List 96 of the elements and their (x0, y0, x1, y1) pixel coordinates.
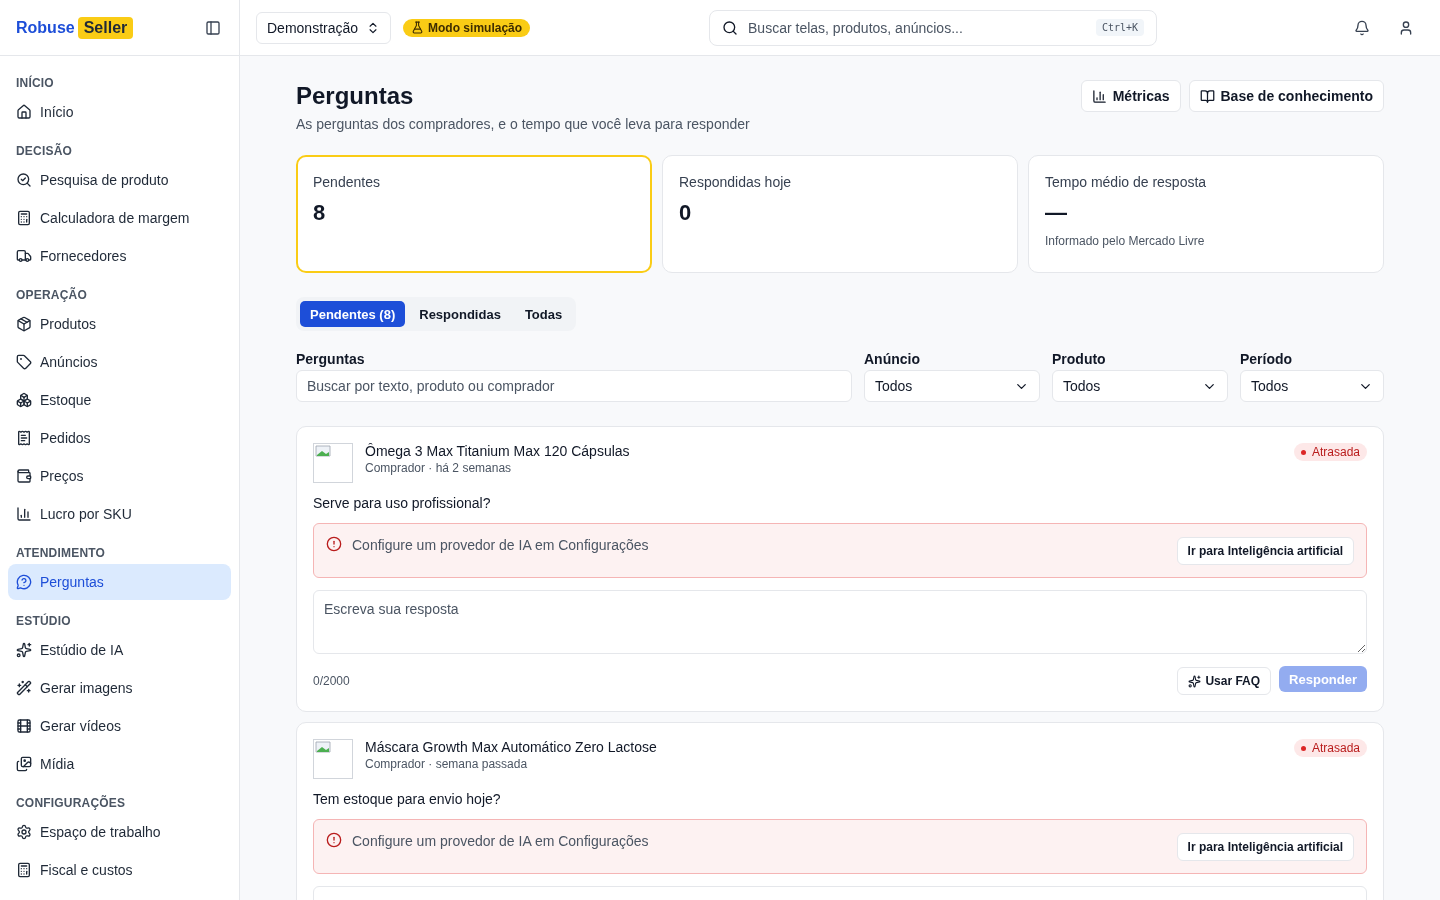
char-counter: 0/2000 (313, 673, 350, 688)
search-icon (16, 172, 32, 188)
question-text: Tem estoque para envio hoje? (313, 791, 502, 807)
sidebar-item[interactable]: Produtos (8, 306, 231, 342)
book-icon (1199, 88, 1215, 104)
filter-label: Anúncio (864, 351, 921, 367)
images-icon (16, 756, 32, 772)
tab[interactable]: Respondidas (409, 301, 511, 327)
alert-icon (326, 832, 342, 848)
stat-label: Tempo médio de resposta (1045, 174, 1208, 190)
calculator-icon (16, 210, 32, 226)
tab[interactable]: Todas (514, 301, 573, 327)
question-meta: Comprador · há 2 semanas (365, 461, 513, 475)
boxes-icon (16, 392, 32, 408)
stat-label: Respondidas hoje (679, 174, 793, 190)
filter-select[interactable]: Todos (1240, 370, 1384, 402)
ai-settings-button[interactable]: Ir para Inteligência artificial (1176, 833, 1354, 861)
home-icon (16, 104, 32, 120)
sidebar-item[interactable]: Anúncios (8, 344, 231, 380)
receipt-icon (16, 430, 32, 446)
sidebar-item[interactable]: Gerar imagens (8, 670, 231, 706)
section-title: CONFIGURAÇÕES (15, 794, 127, 812)
settings-icon (16, 824, 32, 840)
flask-icon (411, 21, 425, 34)
shortcut-hint: Ctrl+K (1095, 19, 1145, 36)
filter-label: Período (1240, 351, 1294, 367)
film-icon (16, 718, 32, 734)
stat-value: 8 (313, 200, 327, 226)
sidebar-item[interactable]: Gerar vídeos (8, 708, 231, 744)
search-icon (722, 19, 739, 36)
product-name: Ômega 3 Max Titanium Max 120 Cápsulas (365, 443, 631, 459)
broken-image-icon (313, 739, 353, 779)
product-name: Máscara Growth Max Automático Zero Lactose (365, 739, 658, 755)
sidebar-item[interactable]: Lucro por SKU (8, 496, 231, 532)
question-text: Serve para uso profissional? (313, 495, 492, 511)
faq-button[interactable]: Usar FAQ (1177, 667, 1272, 695)
page-title: Perguntas (296, 81, 415, 111)
brand-badge: Seller (77, 16, 134, 39)
knowledge-base-button[interactable]: Base de conhecimento (1188, 80, 1384, 112)
section-title: INÍCIO (15, 74, 55, 92)
search-bar[interactable]: Buscar telas, produtos, anúncios... Ctrl+K (709, 9, 1158, 46)
sparkles-icon (16, 642, 32, 658)
stat-label: Pendentes (313, 174, 381, 190)
question-bubble-icon (16, 574, 32, 590)
sidebar-item[interactable]: Estúdio de IA (8, 632, 231, 668)
tab[interactable]: Pendentes (8) (300, 301, 406, 327)
workspace-selector[interactable]: Demonstração (256, 11, 392, 44)
filter-select[interactable]: Todos (864, 370, 1040, 402)
alert-text: Configure um provedor de IA em Configurações (352, 833, 650, 849)
truck-icon (16, 248, 32, 264)
box-icon (16, 316, 32, 332)
alert-icon (326, 536, 342, 552)
broken-image-icon (313, 443, 353, 483)
sidebar-item[interactable]: Início (8, 94, 231, 130)
sidebar-item[interactable]: Perguntas (8, 564, 231, 600)
bar-chart-icon (1091, 88, 1107, 104)
reply-field[interactable]: Escreva sua resposta (313, 590, 1367, 654)
section-title: DECISÃO (15, 142, 74, 160)
filter-label: Perguntas (296, 351, 366, 367)
sidebar-item[interactable]: Preços (8, 458, 231, 494)
filter-label: Produto (1052, 351, 1107, 367)
status-badge: Atrasada (1293, 443, 1367, 461)
sidebar-item[interactable]: Pedidos (8, 420, 231, 456)
calculator-icon (16, 862, 32, 878)
stat-card[interactable]: Respondidas hoje 0 (662, 155, 1018, 273)
sidebar-item[interactable]: Espaço de trabalho (8, 814, 231, 850)
sidebar-item[interactable]: Mídia (8, 746, 231, 782)
question-meta: Comprador · semana passada (365, 757, 529, 771)
section-title: OPERAÇÃO (15, 286, 88, 304)
wallet-icon (16, 468, 32, 484)
section-title: ESTÚDIO (15, 612, 72, 630)
stat-note: Informado pelo Mercado Livre (1045, 234, 1206, 248)
sidebar-item[interactable]: Calculadora de margem (8, 200, 231, 236)
mode-badge: Modo simulação (403, 18, 531, 37)
status-badge: Atrasada (1293, 739, 1367, 757)
page-subtitle: As perguntas dos compradores, e o tempo que você leva para responder (296, 116, 750, 132)
section-title: ATENDIMENTO (15, 545, 107, 562)
ai-settings-button[interactable]: Ir para Inteligência artificial (1176, 537, 1354, 565)
stat-value: 0 (679, 200, 693, 226)
stat-card[interactable]: Pendentes 8 (296, 155, 652, 273)
sidebar-item[interactable]: Estoque (8, 382, 231, 418)
sidebar-item[interactable]: Fornecedores (8, 238, 231, 274)
sidebar-item[interactable]: Fiscal e custos (8, 852, 231, 888)
sparkles-icon (1188, 674, 1202, 688)
magic-wand-icon (16, 680, 32, 696)
question-search-field[interactable]: Buscar por texto, produto ou comprador (296, 370, 852, 402)
tag-icon (16, 354, 32, 370)
stat-card[interactable]: Tempo médio de resposta — Informado pelo Mercado Livre (1028, 155, 1384, 273)
alert-text: Configure um provedor de IA em Configurações (352, 537, 650, 553)
metrics-button[interactable]: Métricas (1080, 80, 1181, 112)
sidebar-item[interactable]: Pesquisa de produto (8, 162, 231, 198)
search-field[interactable]: Buscar telas, produtos, anúncios... (746, 18, 1088, 37)
bar-chart-icon (16, 506, 32, 522)
brand-name: Robuse (16, 18, 75, 37)
filter-select[interactable]: Todos (1052, 370, 1228, 402)
stat-value: — (1045, 200, 1068, 226)
